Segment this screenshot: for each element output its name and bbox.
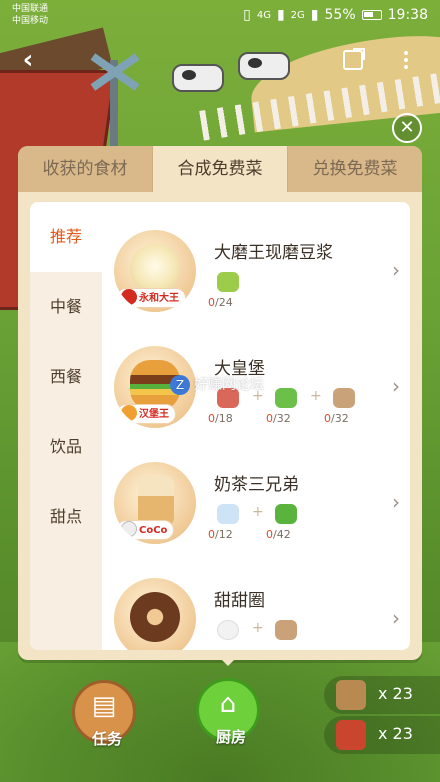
more-button[interactable] bbox=[388, 42, 424, 78]
tab-harvested-ingredients[interactable]: 收获的食材 bbox=[18, 146, 153, 192]
recipe-name: 大磨王现磨豆浆 bbox=[214, 243, 333, 263]
burger-king-logo-icon bbox=[121, 405, 137, 421]
chevron-right-icon: › bbox=[392, 606, 400, 630]
soy-milk-image: 永和大王 bbox=[114, 230, 196, 312]
close-icon: ✕ bbox=[399, 117, 415, 138]
category-western[interactable]: 西餐 bbox=[30, 342, 102, 412]
yonghe-logo-icon bbox=[121, 289, 137, 305]
milk-tea-image: CoCo bbox=[114, 462, 196, 544]
ingredient-need: /24 bbox=[215, 296, 233, 309]
plus-icon: + bbox=[252, 504, 264, 520]
share-button[interactable] bbox=[335, 42, 371, 78]
signal-icon: ▮ bbox=[276, 7, 285, 23]
watermark: Z 好赚网论坛 bbox=[170, 374, 264, 395]
tab-exchange-free-dish[interactable]: 兑换免费菜 bbox=[288, 146, 422, 192]
status-bar: 中国联通 中国移动 ▯ 4G ▮ 2G ▮ 55% 19:38 bbox=[0, 0, 440, 32]
ingredient: 0/24 bbox=[208, 272, 248, 309]
category-desserts[interactable]: 甜点 bbox=[30, 482, 102, 552]
ingredient-need: /18 bbox=[215, 412, 233, 425]
ingredient: 0/42 bbox=[266, 504, 306, 541]
recipe-list: 永和大王 大磨王现磨豆浆 0/24 › 汉堡王 大皇堡 0/18 + 0/32 … bbox=[102, 202, 410, 650]
recipe-name: 奶茶三兄弟 bbox=[214, 475, 299, 495]
modal-pointer bbox=[218, 656, 238, 666]
category-chinese[interactable]: 中餐 bbox=[30, 272, 102, 342]
vibrate-icon: ▯ bbox=[243, 7, 251, 23]
ingredient: 0/32 bbox=[324, 388, 364, 425]
tab-bar: 收获的食材 合成免费菜 兑换免费菜 bbox=[18, 146, 422, 192]
category-recommended[interactable]: 推荐 bbox=[30, 202, 102, 272]
tab-synthesize-free-dish[interactable]: 合成免费菜 bbox=[153, 146, 288, 192]
milk-icon bbox=[217, 504, 239, 524]
recipe-modal: 收获的食材 合成免费菜 兑换免费菜 推荐 中餐 西餐 饮品 甜点 永和大王 大磨… bbox=[18, 146, 422, 660]
donut-image bbox=[114, 578, 196, 650]
flour-icon bbox=[275, 620, 297, 640]
ingredient-have: 0 bbox=[208, 412, 215, 425]
recipe-item[interactable]: 永和大王 大磨王现磨豆浆 0/24 › bbox=[102, 202, 410, 318]
more-vertical-icon bbox=[404, 51, 408, 69]
back-button[interactable]: ‹ bbox=[10, 42, 46, 78]
flour-icon bbox=[333, 388, 355, 408]
chevron-right-icon: › bbox=[392, 258, 400, 282]
carrier-2: 中国移动 bbox=[12, 16, 49, 26]
ingredient-need: /12 bbox=[215, 528, 233, 541]
signal-icon: ▮ bbox=[310, 7, 319, 23]
close-button[interactable]: ✕ bbox=[392, 113, 422, 143]
chevron-left-icon: ‹ bbox=[22, 45, 34, 75]
ingredient-have: 0 bbox=[266, 528, 273, 541]
task-button[interactable]: ▤ 任务 bbox=[72, 680, 136, 748]
task-label: 任务 bbox=[91, 730, 122, 748]
category-drinks[interactable]: 饮品 bbox=[30, 412, 102, 482]
seed-bag-icon bbox=[336, 680, 366, 710]
ingredient: 0/32 bbox=[266, 388, 306, 425]
clipboard-icon: ▤ bbox=[91, 691, 117, 721]
chevron-right-icon: › bbox=[392, 490, 400, 514]
cow bbox=[172, 64, 224, 92]
watermark-logo-icon: Z bbox=[170, 375, 190, 395]
recipe-panel: 推荐 中餐 西餐 饮品 甜点 永和大王 大磨王现磨豆浆 0/24 › 汉堡王 大… bbox=[30, 202, 410, 650]
network-2: 2G bbox=[290, 9, 305, 21]
tea-leaf-icon bbox=[275, 504, 297, 524]
status-right: ▯ 4G ▮ 2G ▮ 55% 19:38 bbox=[243, 7, 428, 23]
ingredient-have: 0 bbox=[266, 412, 273, 425]
ingredient: 0/12 bbox=[208, 504, 248, 541]
soybean-icon bbox=[217, 272, 239, 292]
plus-icon: + bbox=[252, 620, 264, 636]
network-1: 4G bbox=[256, 9, 271, 21]
recipe-item[interactable]: CoCo 奶茶三兄弟 0/12 + 0/42 › bbox=[102, 434, 410, 550]
ingredient-have: 0 bbox=[208, 296, 215, 309]
resource-count: x 23 bbox=[378, 724, 413, 743]
ingredient-need: /32 bbox=[273, 412, 291, 425]
cloche-icon: ⌂ bbox=[219, 689, 237, 719]
ingredient bbox=[208, 620, 248, 640]
resource-count: x 23 bbox=[378, 684, 413, 703]
ingredient-have: 0 bbox=[324, 412, 331, 425]
seed-bag-resource[interactable]: x 23 bbox=[324, 676, 440, 714]
carriers: 中国联通 中国移动 bbox=[12, 3, 48, 27]
coco-logo-icon bbox=[121, 521, 137, 537]
brand-badge: 汉堡王 bbox=[116, 404, 176, 424]
battery-icon bbox=[361, 10, 382, 20]
chevron-right-icon: › bbox=[392, 374, 400, 398]
kitchen-button[interactable]: ⌂ 厨房 bbox=[196, 678, 260, 746]
recipe-item[interactable]: 甜甜圈 + › bbox=[102, 550, 410, 650]
ingredient bbox=[266, 620, 306, 640]
clock: 19:38 bbox=[387, 7, 428, 23]
battery-percent: 55% bbox=[324, 7, 356, 23]
ingredient-have: 0 bbox=[208, 528, 215, 541]
egg-icon bbox=[217, 620, 239, 640]
kitchen-label: 厨房 bbox=[215, 728, 246, 746]
brand-badge: 永和大王 bbox=[116, 288, 186, 308]
ingredient-need: /32 bbox=[331, 412, 349, 425]
category-sidebar: 推荐 中餐 西餐 饮品 甜点 bbox=[30, 202, 102, 650]
cow bbox=[238, 52, 290, 80]
brand-badge: CoCo bbox=[116, 520, 175, 540]
watering-can-resource[interactable]: x 23 bbox=[324, 716, 440, 754]
carrier-1: 中国联通 bbox=[12, 4, 49, 14]
watering-can-icon bbox=[336, 720, 366, 750]
recipe-name: 甜甜圈 bbox=[214, 591, 265, 611]
lettuce-icon bbox=[275, 388, 297, 408]
plus-icon: + bbox=[310, 388, 322, 404]
ingredient-need: /42 bbox=[273, 528, 291, 541]
share-icon bbox=[343, 48, 365, 70]
